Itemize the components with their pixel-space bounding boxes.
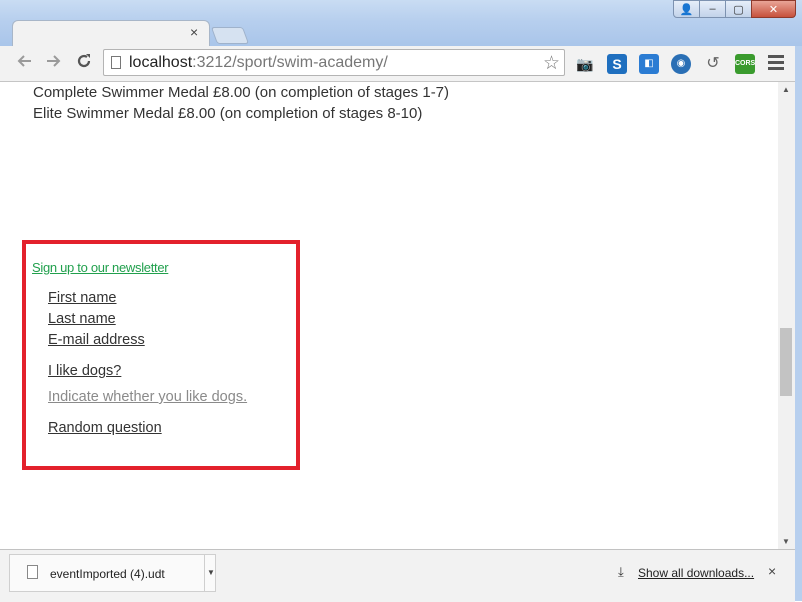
vertical-scrollbar[interactable]: ▲ ▼ (778, 82, 795, 549)
window-controls: 👤 ‒ ▢ ✕ (673, 0, 796, 22)
close-window-button[interactable]: ✕ (751, 0, 796, 18)
hamburger-menu-icon[interactable] (768, 55, 784, 73)
tag-extension-icon[interactable]: ◧ (639, 54, 659, 74)
newsletter-highlight-box (22, 240, 300, 470)
globe-extension-icon[interactable]: ◉ (671, 54, 691, 74)
download-item[interactable]: eventImported (4).udt ▼ (9, 554, 216, 592)
bookmark-star-icon[interactable]: ☆ (543, 52, 560, 75)
page-content: Complete Swimmer Medal £8.00 (on complet… (0, 82, 778, 549)
user-icon[interactable]: 👤 (673, 0, 700, 18)
new-tab-button[interactable] (210, 27, 250, 44)
window-frame-right (795, 46, 802, 601)
file-icon (27, 565, 38, 579)
back-arrow-icon[interactable] (13, 52, 35, 74)
elite-swimmer-medal-text: Elite Swimmer Medal £8.00 (on completion… (33, 105, 423, 122)
address-bar[interactable]: localhost:3212/sport/swim-academy/ ☆ (103, 49, 565, 76)
show-all-downloads-link[interactable]: Show all downloads... (638, 566, 754, 580)
scrollbar-thumb[interactable] (780, 328, 792, 396)
forward-arrow-icon[interactable] (43, 52, 65, 74)
reload-icon[interactable] (73, 52, 95, 74)
complete-swimmer-medal-text: Complete Swimmer Medal £8.00 (on complet… (33, 84, 450, 101)
browser-toolbar: localhost:3212/sport/swim-academy/ ☆ 📷 S… (0, 46, 802, 82)
download-arrow-icon: ⤓ (618, 564, 624, 579)
title-bar: × 👤 ‒ ▢ ✕ (0, 0, 802, 46)
page-icon (111, 56, 121, 69)
s-extension-icon[interactable]: S (607, 54, 627, 74)
camera-extension-icon[interactable]: 📷 (575, 54, 595, 74)
scroll-up-icon[interactable]: ▲ (782, 85, 790, 94)
maximize-button[interactable]: ▢ (725, 0, 752, 18)
tab-close-icon[interactable]: × (190, 25, 198, 39)
url-path: :3212/sport/swim-academy/ (192, 54, 388, 71)
close-download-shelf-icon[interactable]: × (768, 563, 776, 579)
download-menu-chevron-icon[interactable]: ▼ (204, 555, 217, 591)
download-shelf: eventImported (4).udt ▼ ⤓ Show all downl… (0, 549, 795, 602)
scroll-down-icon[interactable]: ▼ (782, 537, 790, 546)
minimize-button[interactable]: ‒ (699, 0, 726, 18)
download-file-name: eventImported (4).udt (50, 567, 165, 581)
url-text[interactable]: localhost:3212/sport/swim-academy/ (129, 54, 388, 72)
history-extension-icon[interactable]: ↺ (703, 54, 723, 74)
tab-active[interactable] (12, 20, 210, 46)
url-host: localhost (129, 54, 193, 71)
cors-extension-icon[interactable]: CORS (735, 54, 755, 74)
